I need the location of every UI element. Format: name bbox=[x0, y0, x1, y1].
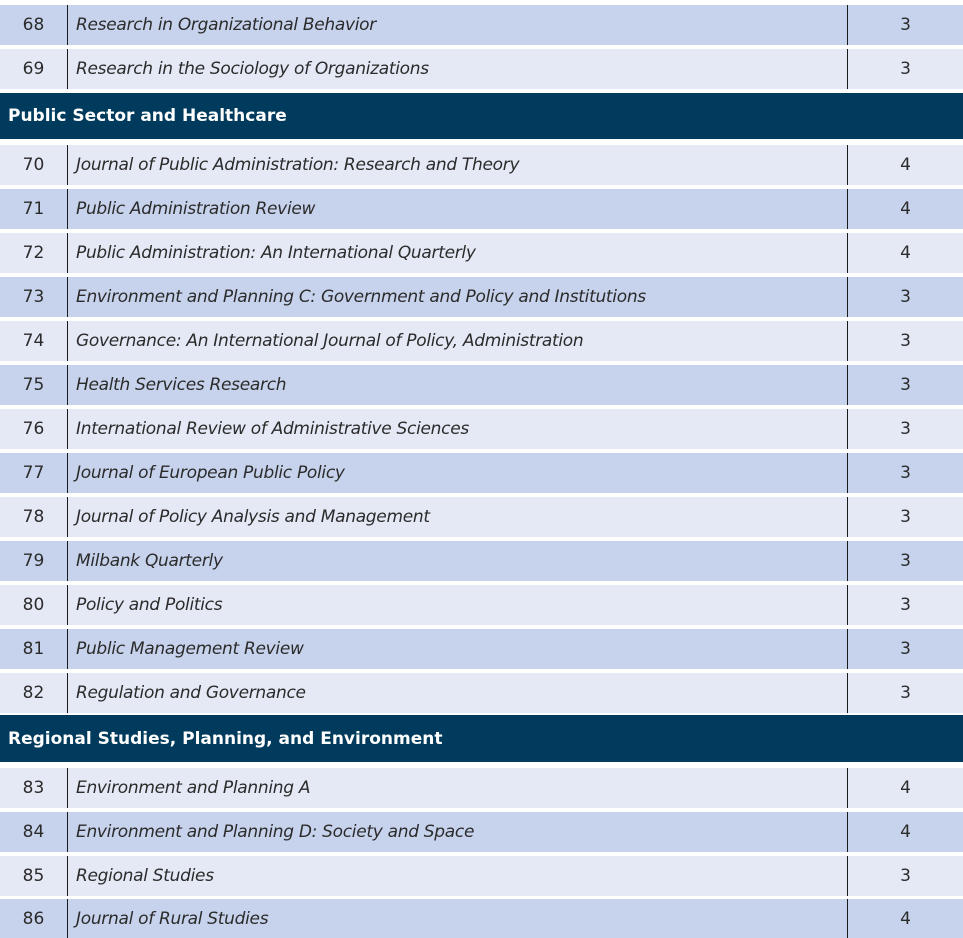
journal-rating: 4 bbox=[900, 199, 911, 219]
journal-rating: 3 bbox=[900, 419, 911, 439]
table-row: 70 Journal of Public Administration: Res… bbox=[0, 145, 963, 185]
table-row: 73 Environment and Planning C: Governmen… bbox=[0, 277, 963, 317]
table-row: 79 Milbank Quarterly 3 bbox=[0, 541, 963, 581]
row-number: 86 bbox=[0, 899, 68, 938]
journal-rating: 3 bbox=[900, 463, 911, 483]
row-number: 70 bbox=[0, 145, 68, 185]
table-row: 83 Environment and Planning A 4 bbox=[0, 768, 963, 808]
row-number: 79 bbox=[0, 541, 68, 581]
journal-title: Research in the Sociology of Organizatio… bbox=[68, 49, 848, 89]
table-row: 85 Regional Studies 3 bbox=[0, 856, 963, 896]
section-header-regional-studies: Regional Studies, Planning, and Environm… bbox=[0, 715, 963, 762]
journal-title: Journal of European Public Policy bbox=[68, 453, 848, 493]
row-number: 68 bbox=[0, 5, 68, 45]
journal-rating: 4 bbox=[900, 243, 911, 263]
row-number: 75 bbox=[0, 365, 68, 405]
table-row: 84 Environment and Planning D: Society a… bbox=[0, 812, 963, 852]
journal-rating: 3 bbox=[900, 59, 911, 79]
journal-rating: 4 bbox=[900, 908, 911, 929]
row-number: 83 bbox=[0, 768, 68, 808]
row-number: 82 bbox=[0, 673, 68, 713]
journal-rating: 4 bbox=[900, 822, 911, 842]
journal-title: International Review of Administrative S… bbox=[68, 409, 848, 449]
table-row: 68 Research in Organizational Behavior 3 bbox=[0, 5, 963, 45]
table-row: 77 Journal of European Public Policy 3 bbox=[0, 453, 963, 493]
journal-rating: 3 bbox=[900, 551, 911, 571]
table-row: 69 Research in the Sociology of Organiza… bbox=[0, 49, 963, 89]
table-row: 75 Health Services Research 3 bbox=[0, 365, 963, 405]
journal-title: Health Services Research bbox=[68, 365, 848, 405]
row-number: 73 bbox=[0, 277, 68, 317]
table-row: 76 International Review of Administrativ… bbox=[0, 409, 963, 449]
table-row: 78 Journal of Policy Analysis and Manage… bbox=[0, 497, 963, 537]
journal-rating: 3 bbox=[900, 15, 911, 35]
table-row: 81 Public Management Review 3 bbox=[0, 629, 963, 669]
journal-rating: 3 bbox=[900, 639, 911, 659]
row-number: 71 bbox=[0, 189, 68, 229]
table-row: 71 Public Administration Review 4 bbox=[0, 189, 963, 229]
table-row: 86 Journal of Rural Studies 4 bbox=[0, 899, 963, 938]
journal-title: Milbank Quarterly bbox=[68, 541, 848, 581]
journal-rating: 3 bbox=[900, 287, 911, 307]
journal-rating: 4 bbox=[900, 778, 911, 798]
row-number: 69 bbox=[0, 49, 68, 89]
row-number: 77 bbox=[0, 453, 68, 493]
journal-title: Journal of Public Administration: Resear… bbox=[68, 145, 848, 185]
journal-rating: 3 bbox=[900, 683, 911, 703]
journal-title: Public Administration Review bbox=[68, 189, 848, 229]
journal-rating: 3 bbox=[900, 331, 911, 351]
table-row: 82 Regulation and Governance 3 bbox=[0, 673, 963, 713]
table-row: 80 Policy and Politics 3 bbox=[0, 585, 963, 625]
journal-title: Public Administration: An International … bbox=[68, 233, 848, 273]
journal-title: Journal of Rural Studies bbox=[68, 899, 848, 938]
row-number: 84 bbox=[0, 812, 68, 852]
journal-title: Regulation and Governance bbox=[68, 673, 848, 713]
journal-title: Governance: An International Journal of … bbox=[68, 321, 848, 361]
row-number: 80 bbox=[0, 585, 68, 625]
section-header-public-sector: Public Sector and Healthcare bbox=[0, 93, 963, 139]
journal-rating: 3 bbox=[900, 595, 911, 615]
journal-rating: 3 bbox=[900, 375, 911, 395]
row-number: 81 bbox=[0, 629, 68, 669]
row-number: 74 bbox=[0, 321, 68, 361]
row-number: 76 bbox=[0, 409, 68, 449]
row-number: 85 bbox=[0, 856, 68, 896]
journal-title: Research in Organizational Behavior bbox=[68, 5, 848, 45]
journal-title: Environment and Planning C: Government a… bbox=[68, 277, 848, 317]
journal-rating: 3 bbox=[900, 507, 911, 527]
row-number: 78 bbox=[0, 497, 68, 537]
journal-title: Policy and Politics bbox=[68, 585, 848, 625]
journal-title: Environment and Planning D: Society and … bbox=[68, 812, 848, 852]
journal-title: Public Management Review bbox=[68, 629, 848, 669]
journal-rating: 3 bbox=[900, 866, 911, 886]
journal-title: Regional Studies bbox=[68, 856, 848, 896]
journal-ranking-table: 68 Research in Organizational Behavior 3… bbox=[0, 0, 963, 938]
journal-rating: 4 bbox=[900, 155, 911, 175]
row-number: 72 bbox=[0, 233, 68, 273]
journal-title: Environment and Planning A bbox=[68, 768, 848, 808]
journal-title: Journal of Policy Analysis and Managemen… bbox=[68, 497, 848, 537]
table-row: 74 Governance: An International Journal … bbox=[0, 321, 963, 361]
table-row: 72 Public Administration: An Internation… bbox=[0, 233, 963, 273]
